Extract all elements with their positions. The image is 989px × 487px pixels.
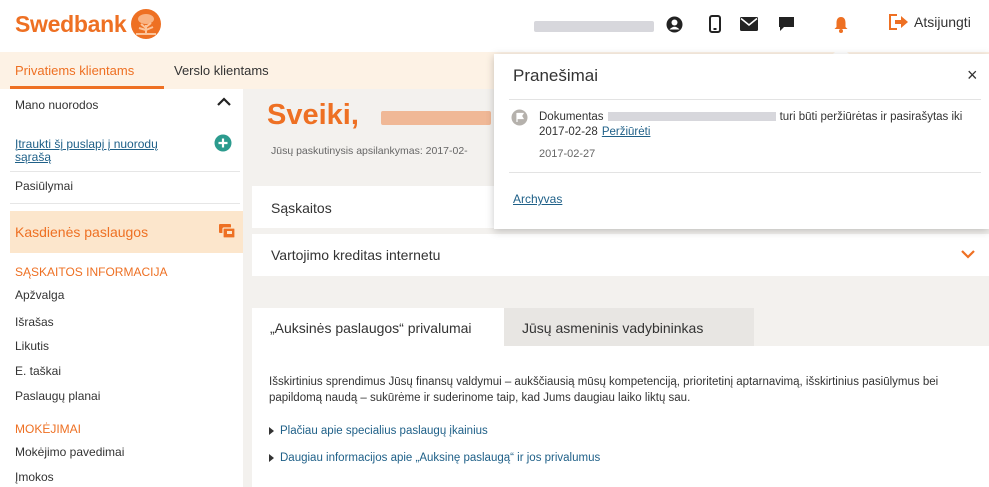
notification-flag-icon bbox=[511, 109, 528, 129]
brand-name: Swedbank bbox=[15, 10, 127, 37]
sidebar-item-payment-orders[interactable]: Mokėjimo pavedimai bbox=[15, 445, 124, 459]
accounts-title: Sąskaitos bbox=[271, 200, 332, 216]
user-name-redacted bbox=[381, 111, 491, 125]
chevron-down-icon[interactable] bbox=[961, 248, 975, 262]
document-name-redacted bbox=[607, 112, 776, 122]
last-visit-text: Jūsų paskutinysis apsilankymas: 2017-02- bbox=[271, 145, 468, 157]
sidebar-item-service-plans[interactable]: Paslaugų planai bbox=[15, 389, 100, 403]
section-label: Kasdienės paslaugos bbox=[15, 224, 149, 240]
sidebar-item-payments[interactable]: Įmokos bbox=[15, 470, 54, 484]
sidebar-item-balance[interactable]: Likutis bbox=[15, 339, 49, 353]
sidebar-item-overview[interactable]: Apžvalga bbox=[15, 288, 64, 302]
popup-divider bbox=[509, 172, 981, 173]
sidebar-item-e-points[interactable]: E. taškai bbox=[15, 364, 61, 378]
bell-icon[interactable] bbox=[830, 13, 852, 35]
mobile-icon[interactable] bbox=[704, 13, 726, 35]
archive-link[interactable]: Archyvas bbox=[513, 192, 562, 206]
greeting-title: Sveiki, bbox=[267, 99, 359, 131]
sidebar-shortcuts[interactable]: Mano nuorodos bbox=[15, 98, 98, 112]
popup-pointer bbox=[833, 46, 849, 54]
logout-label: Atsijungti bbox=[914, 14, 971, 30]
top-header: Swedbank Atsijungti bbox=[0, 0, 989, 52]
wallet-icon bbox=[218, 222, 236, 243]
view-document-link[interactable]: Peržiūrėti bbox=[602, 126, 651, 138]
sidebar: Mano nuorodos Įtraukti šį puslapį į nuor… bbox=[0, 89, 243, 487]
popup-title: Pranešimai bbox=[513, 66, 599, 85]
notifications-popup: Pranešimai × Dokumentas turi būti peržiūr… bbox=[494, 54, 989, 229]
mail-icon[interactable] bbox=[738, 13, 760, 35]
close-icon[interactable]: × bbox=[967, 66, 978, 84]
logout-icon bbox=[889, 14, 908, 30]
user-name-redacted bbox=[534, 21, 654, 32]
consumer-credit-title: Vartojimo kreditas internetu bbox=[271, 247, 441, 263]
add-shortcut-link[interactable]: Įtraukti šį puslapį į nuorodų sąrašą bbox=[15, 138, 195, 164]
sidebar-divider bbox=[10, 203, 240, 204]
special-rates-link-label: Plačiau apie specialius paslaugų įkainiu… bbox=[280, 425, 488, 437]
notification-message: Dokumentas turi būti peržiūrėtas ir pasir… bbox=[539, 110, 969, 140]
gold-service-description: Išskirtinius sprendimus Jūsų finansų val… bbox=[269, 376, 939, 404]
sidebar-divider bbox=[10, 171, 240, 172]
logout-button[interactable]: Atsijungti bbox=[889, 14, 971, 30]
gold-service-info-link[interactable]: Daugiau informacijos apie „Auksinę pasla… bbox=[269, 452, 600, 464]
chevron-up-icon[interactable] bbox=[213, 90, 235, 112]
gold-service-content: Išskirtinius sprendimus Jūsų finansų val… bbox=[252, 346, 989, 487]
chat-icon[interactable] bbox=[775, 13, 797, 35]
special-rates-link[interactable]: Plačiau apie specialius paslaugų įkainiu… bbox=[269, 425, 488, 437]
consumer-credit-panel[interactable]: Vartojimo kreditas internetu bbox=[252, 234, 989, 276]
account-info-heading: SĄSKAITOS INFORMACIJA bbox=[15, 265, 168, 279]
plus-circle-icon[interactable] bbox=[212, 132, 234, 154]
tab-private-clients[interactable]: Privatiems klientams bbox=[15, 63, 134, 78]
tab-personal-manager[interactable]: Jūsų asmeninis vadybininkas bbox=[504, 308, 754, 346]
triangle-right-icon bbox=[269, 454, 274, 462]
sidebar-section-daily-services[interactable]: Kasdienės paslaugos bbox=[10, 211, 243, 253]
triangle-right-icon bbox=[269, 427, 274, 435]
user-icon[interactable] bbox=[663, 13, 685, 35]
oak-tree-icon bbox=[131, 9, 162, 39]
swedbank-logo[interactable]: Swedbank bbox=[15, 8, 162, 40]
sidebar-offers[interactable]: Pasiūlymai bbox=[15, 179, 73, 193]
notification-date: 2017-02-27 bbox=[539, 148, 596, 160]
tab-gold-service-benefits[interactable]: „Auksinės paslaugos“ privalumai bbox=[252, 308, 504, 346]
tab-business-clients[interactable]: Verslo klientams bbox=[174, 63, 269, 78]
sidebar-item-statement[interactable]: Išrašas bbox=[15, 315, 54, 329]
gold-service-info-link-label: Daugiau informacijos apie „Auksinę pasla… bbox=[280, 452, 601, 464]
notification-doc-prefix: Dokumentas bbox=[539, 111, 604, 123]
popup-divider bbox=[509, 99, 981, 100]
gold-service-tabs: „Auksinės paslaugos“ privalumai Jūsų asm… bbox=[252, 308, 989, 346]
payments-heading: MOKĖJIMAI bbox=[15, 422, 82, 436]
